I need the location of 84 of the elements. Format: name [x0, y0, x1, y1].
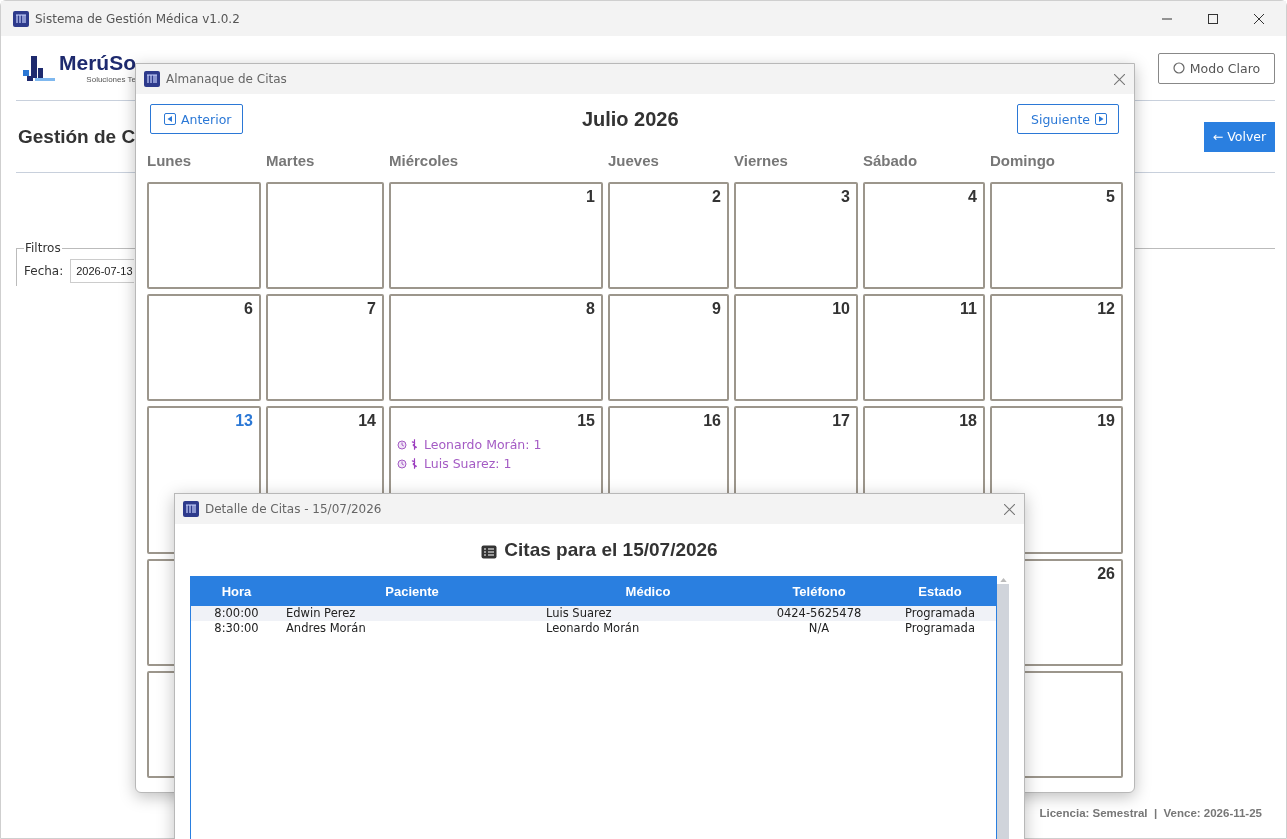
theme-toggle-button[interactable]: Modo Claro [1158, 52, 1275, 84]
table-cell-text: N/A [807, 621, 831, 636]
table-cell-text: Luis Suarez [545, 606, 613, 621]
day-cell[interactable]: 11 [863, 294, 985, 401]
day-number: 5 [1106, 188, 1115, 206]
day-number: 19 [1097, 412, 1115, 430]
table-cell-text: Programada [904, 621, 976, 636]
day-number: 9 [712, 300, 721, 318]
day-number: 2 [712, 188, 721, 206]
window-title: Almanaque de Citas [166, 72, 287, 86]
day-cell[interactable]: 10 [734, 294, 858, 401]
weekday-header: Sábado [863, 151, 919, 169]
table-cell-text: Andres Morán [285, 621, 367, 636]
window-title: Sistema de Gestión Médica v1.0.2 [35, 11, 240, 26]
month-title: Julio 2026 [581, 107, 679, 131]
day-cell[interactable]: 2 [608, 182, 729, 289]
table-cell-text: 8:30:00 [213, 621, 260, 636]
table-cell-text: 8:00:00 [213, 606, 260, 621]
day-number: 1 [586, 188, 595, 206]
day-number: 16 [703, 412, 721, 430]
up-arrow-icon[interactable] [999, 578, 1007, 582]
back-button[interactable]: ← Volver [1204, 121, 1275, 152]
day-number: 12 [1097, 300, 1115, 318]
day-number: 11 [960, 300, 977, 318]
app-icon [144, 71, 160, 87]
day-cell[interactable]: 6 [147, 294, 261, 401]
day-number: 26 [1097, 565, 1115, 583]
day-number: 8 [586, 300, 595, 318]
appointment-summary[interactable]: Luis Suarez: 1 [424, 456, 512, 471]
day-number: 17 [832, 412, 850, 430]
day-number: 15 [577, 412, 595, 430]
day-cell[interactable]: 9 [608, 294, 729, 401]
clock-icon [397, 458, 407, 469]
day-cell[interactable]: 7 [266, 294, 384, 401]
circle-icon [1172, 62, 1185, 74]
day-number: 13 [235, 412, 253, 430]
weekday-header: Domingo [990, 151, 1056, 169]
license-text: Licencia: Semestral | Vence: 2026-11-25 [1039, 807, 1262, 819]
weekday-header: Miércoles [389, 151, 460, 169]
weekday-header: Lunes [147, 151, 193, 169]
caduceus-icon [411, 439, 418, 450]
day-number: 7 [367, 300, 376, 318]
day-number: 3 [841, 188, 850, 206]
filters-legend: Filtros [24, 241, 62, 255]
day-number: 18 [959, 412, 977, 430]
column-header[interactable]: Médico [542, 584, 754, 599]
date-label: Fecha: [24, 264, 64, 278]
day-number: 14 [358, 412, 376, 430]
day-cell[interactable]: 4 [863, 182, 985, 289]
list-icon [481, 545, 498, 559]
column-header[interactable]: Teléfono [754, 584, 884, 599]
day-number: 10 [832, 300, 850, 318]
day-cell[interactable]: 12 [990, 294, 1123, 401]
day-cell[interactable]: 3 [734, 182, 858, 289]
weekday-header: Martes [266, 151, 316, 169]
logo-tagline: Soluciones Te [86, 76, 136, 84]
table-cell-text: 0424-5625478 [775, 606, 863, 621]
next-button[interactable]: Siguiente [1017, 104, 1119, 134]
column-header[interactable]: Hora [191, 584, 282, 599]
day-cell[interactable] [147, 182, 261, 289]
caduceus-icon [411, 458, 418, 469]
table-cell-text: Programada [904, 606, 976, 621]
app-icon [13, 10, 29, 27]
maximize-icon[interactable] [1208, 13, 1218, 24]
weekday-header: Viernes [734, 151, 789, 169]
day-number: 6 [244, 300, 253, 318]
appointment-summary[interactable]: Leonardo Morán: 1 [424, 437, 542, 452]
day-cell[interactable]: 5 [990, 182, 1123, 289]
close-icon[interactable] [1254, 13, 1264, 24]
buildings-logo-icon [21, 54, 57, 84]
day-cell[interactable] [266, 182, 384, 289]
date-field[interactable]: 2026-07-13 [70, 259, 134, 283]
logo-text: MerúSo [59, 52, 136, 73]
day-cell[interactable]: 8 [389, 294, 603, 401]
table-cell-text: Leonardo Morán [545, 621, 641, 636]
previous-button[interactable]: Anterior [150, 104, 244, 134]
weekday-header: Jueves [608, 151, 660, 169]
table-cell-text: Edwin Perez [285, 606, 357, 621]
clock-icon [397, 439, 407, 450]
day-number: 4 [968, 188, 977, 206]
app-icon [183, 501, 199, 517]
page-title: Gestión de C [18, 125, 136, 148]
day-cell[interactable]: 1 [389, 182, 603, 289]
column-header[interactable]: Paciente [282, 584, 542, 599]
